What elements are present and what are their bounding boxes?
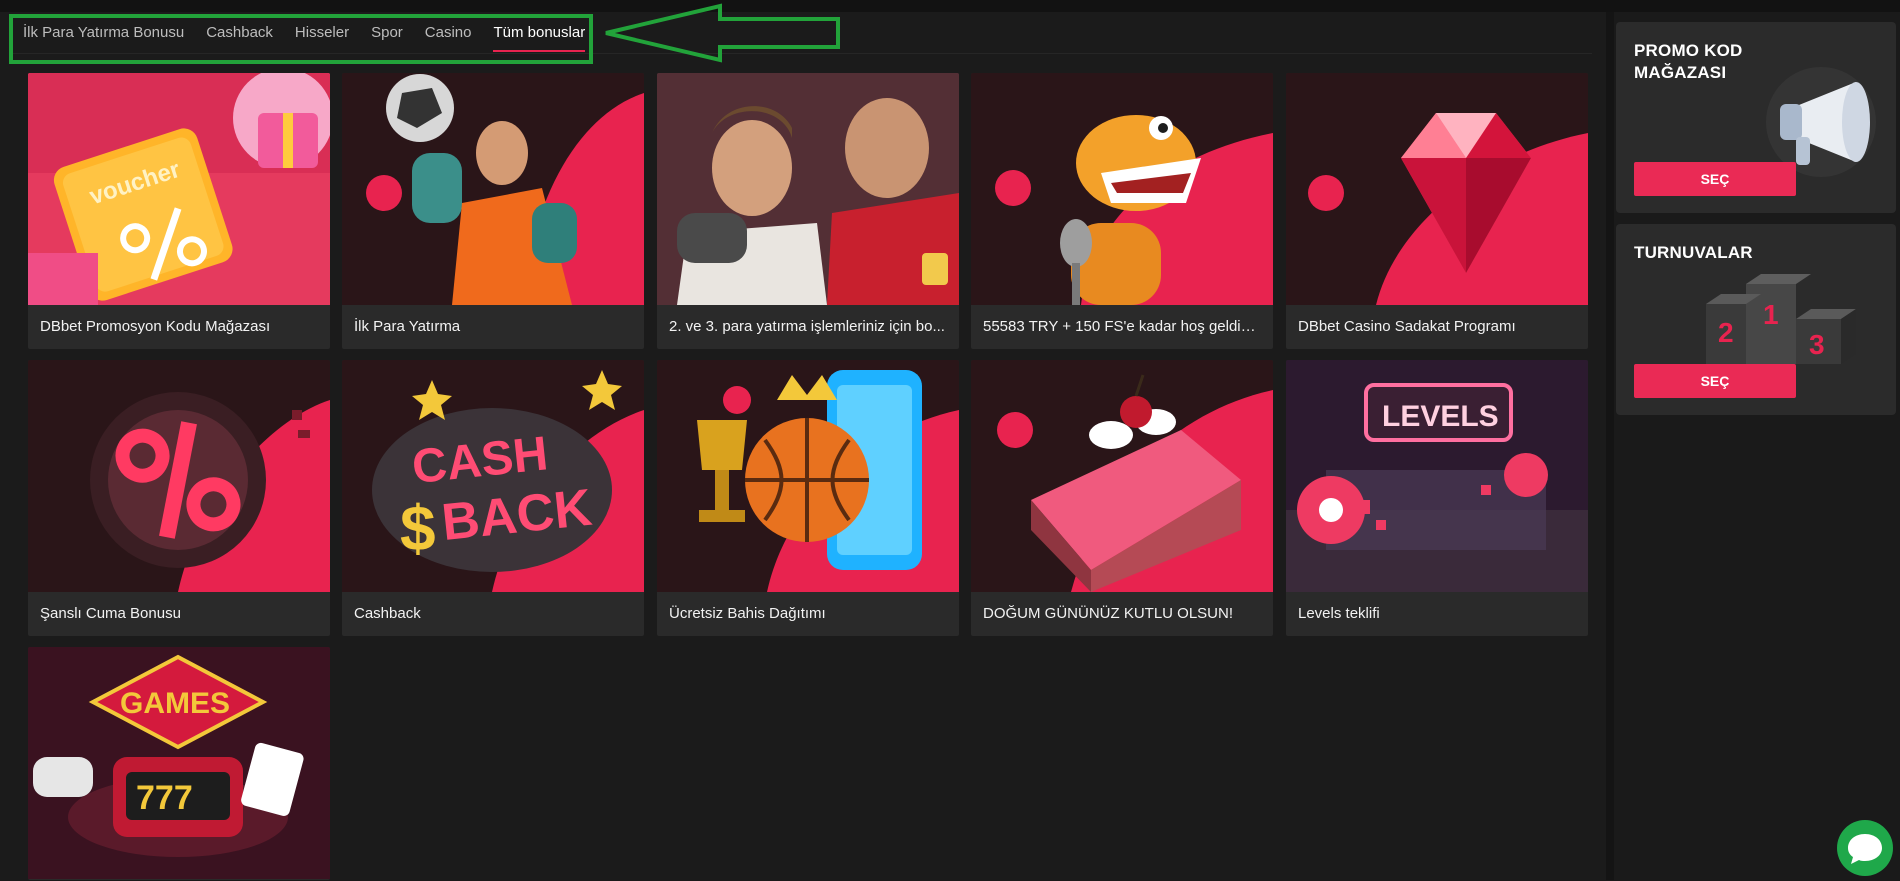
promo-select-button[interactable]: SEÇ <box>1634 162 1796 196</box>
card-title: DBbet Promosyon Kodu Mağazası <box>40 318 271 335</box>
svg-text:GAMES: GAMES <box>120 687 230 720</box>
ruby-gem-image <box>1286 73 1588 305</box>
basketball-trophy-image <box>657 360 959 592</box>
card-title: DOĞUM GÜNÜNÜZ KUTLU OLSUN! <box>983 605 1234 622</box>
bonus-card-second-third-deposit[interactable]: 2. ve 3. para yatırma işlemleriniz için … <box>657 73 959 349</box>
bonus-card-free-bet[interactable]: Ücretsiz Bahis Dağıtımı <box>657 360 959 636</box>
card-title: DBbet Casino Sadakat Programı <box>1298 318 1516 335</box>
svg-text:$: $ <box>400 492 436 564</box>
svg-text:777: 777 <box>136 779 193 817</box>
bonus-card-promo-store[interactable]: voucher DBbet Promosyon Kodu Mağazası <box>28 73 330 349</box>
levels-stadium-image: LEVELS <box>1286 360 1588 592</box>
card-title: Levels teklifi <box>1298 605 1380 622</box>
bonus-card-loyalty[interactable]: DBbet Casino Sadakat Programı <box>1286 73 1588 349</box>
annotation-highlight-box <box>9 14 593 64</box>
bonus-card-levels[interactable]: LEVELS Levels teklifi <box>1286 360 1588 636</box>
chat-button[interactable] <box>1837 820 1893 876</box>
card-title: Ücretsiz Bahis Dağıtımı <box>669 605 826 622</box>
bonus-card-lucky-friday[interactable]: Şanslı Cuma Bonusu <box>28 360 330 636</box>
card-title: 2. ve 3. para yatırma işlemleriniz için … <box>669 318 945 335</box>
panel-title: TURNUVALAR <box>1634 243 1753 262</box>
promo-code-store-panel: PROMO KOD MAĞAZASI SEÇ <box>1616 22 1896 213</box>
card-title: Şanslı Cuma Bonusu <box>40 605 181 622</box>
content-divider <box>1606 12 1614 880</box>
card-title: İlk Para Yatırma <box>354 318 461 335</box>
goalkeeper-image <box>342 73 644 305</box>
bonus-card-first-deposit[interactable]: İlk Para Yatırma <box>342 73 644 349</box>
football-players-image <box>657 73 959 305</box>
percent-badge-image <box>28 360 330 592</box>
tournaments-select-button[interactable]: SEÇ <box>1634 364 1796 398</box>
games-slot-machine-image: GAMES 777 <box>28 647 330 879</box>
bonus-card-cashback[interactable]: CASH BACK $ Cashback <box>342 360 644 636</box>
svg-text:2: 2 <box>1718 317 1734 348</box>
chat-bubble-icon <box>1848 834 1882 864</box>
svg-text:3: 3 <box>1809 329 1825 360</box>
card-title: Cashback <box>354 605 421 622</box>
svg-text:1: 1 <box>1763 299 1779 330</box>
bonus-card-welcome[interactable]: 55583 TRY + 150 FS'e kadar hoş geldin ..… <box>971 73 1273 349</box>
cashback-cloud-image: CASH BACK $ <box>342 360 644 592</box>
bonus-card-games[interactable]: GAMES 777 <box>28 647 330 880</box>
dinosaur-microphone-image <box>971 73 1273 305</box>
card-title: 55583 TRY + 150 FS'e kadar hoş geldin ..… <box>983 318 1263 335</box>
birthday-cake-image <box>971 360 1273 592</box>
top-strip <box>0 0 1900 12</box>
tournaments-panel: TURNUVALAR 2 1 3 SEÇ <box>1616 224 1896 415</box>
podium-icon: 2 1 3 <box>1706 274 1856 364</box>
voucher-gift-image: voucher <box>28 73 330 305</box>
bonus-card-birthday[interactable]: DOĞUM GÜNÜNÜZ KUTLU OLSUN! <box>971 360 1273 636</box>
panel-title: PROMO KOD MAĞAZASI <box>1634 41 1743 82</box>
annotation-arrow-icon <box>605 3 840 63</box>
svg-text:LEVELS: LEVELS <box>1382 400 1499 433</box>
